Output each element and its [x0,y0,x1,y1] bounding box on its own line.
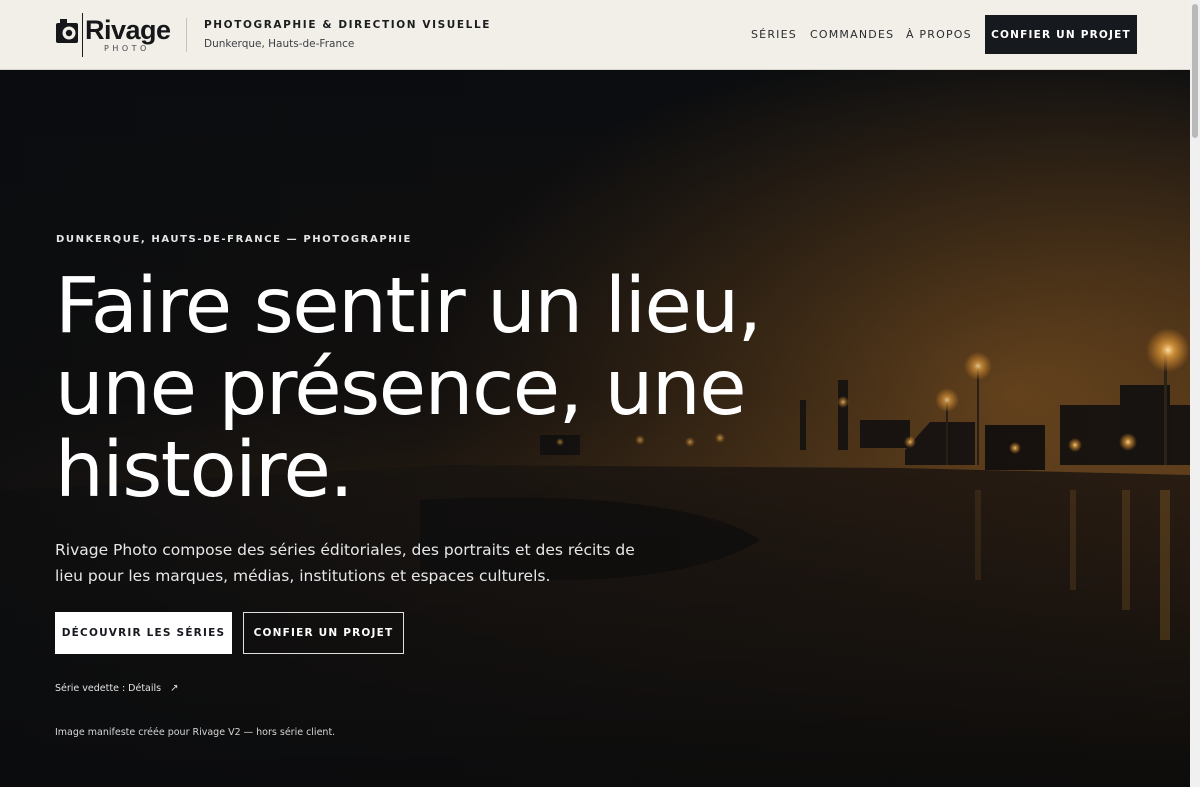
logo-wordmark: Rivage [85,15,171,45]
hero-intro: Rivage Photo compose des séries éditoria… [55,541,635,585]
logo-subtitle: PHOTO [104,44,150,53]
arrow-up-right-icon: ↗ [170,683,179,694]
brand-tagline: PHOTOGRAPHIE & DIRECTION VISUELLE [204,19,492,31]
hero-section: DUNKERQUE, HAUTS-DE-FRANCE — PHOTOGRAPHI… [0,70,1190,787]
featured-series-link[interactable]: Série vedette : Détails ↗ [55,683,179,694]
logo[interactable]: Rivage PHOTO [55,13,171,57]
logo-rule [82,13,83,57]
header-divider [186,18,187,52]
brand-location: Dunkerque, Hauts-de-France [204,38,355,50]
hero-headline: Faire sentir un lieu, une présence, une … [55,262,762,515]
header-cta-button[interactable]: CONFIER UN PROJET [985,15,1137,54]
camera-logo-icon [56,19,78,43]
nav-item-a-propos[interactable]: À PROPOS [906,28,972,41]
featured-series-label: Série vedette : Détails [55,683,162,694]
site-header: Rivage PHOTO PHOTOGRAPHIE & DIRECTION VI… [0,0,1190,70]
hero-kicker: DUNKERQUE, HAUTS-DE-FRANCE — PHOTOGRAPHI… [56,234,412,245]
nav-item-series[interactable]: SÉRIES [751,28,797,41]
hero-caption: Image manifeste créée pour Rivage V2 — h… [55,727,336,738]
scrollbar-thumb[interactable] [1192,4,1198,138]
hero-project-button[interactable]: CONFIER UN PROJET [243,612,404,654]
discover-series-button[interactable]: DÉCOUVRIR LES SÉRIES [55,612,232,654]
nav-item-commandes[interactable]: COMMANDES [810,28,894,41]
scrollbar[interactable] [1190,0,1200,787]
